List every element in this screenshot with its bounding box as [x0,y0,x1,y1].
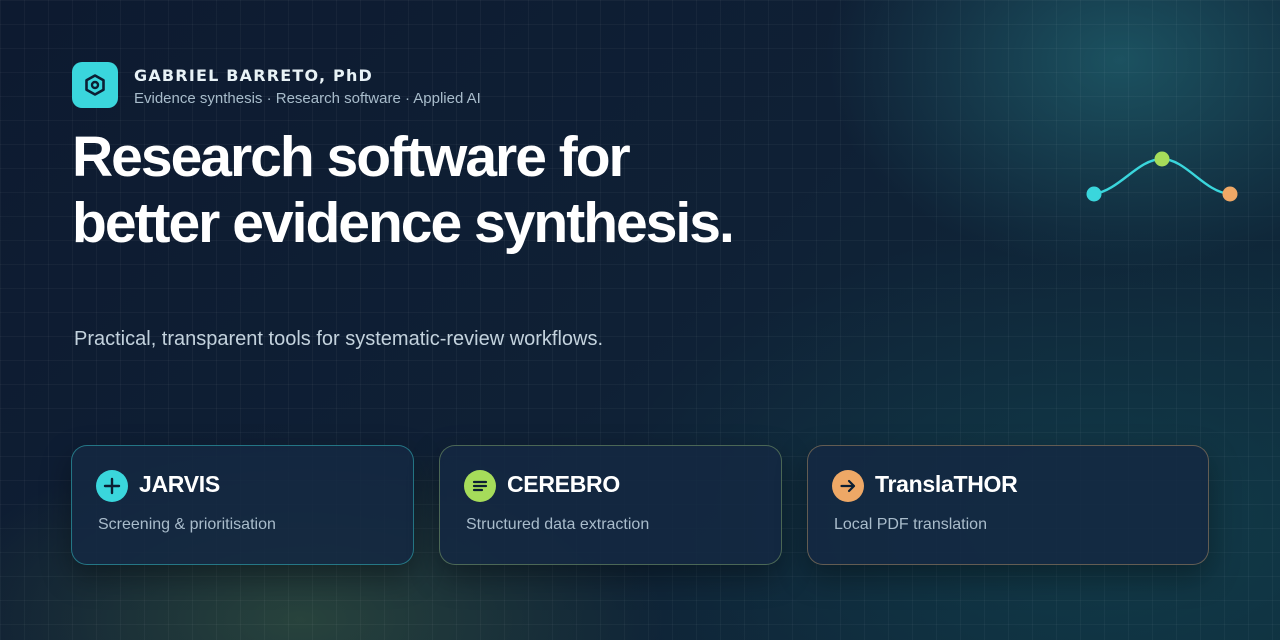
tool-card-description: Structured data extraction [466,516,650,533]
arrow-right-icon [832,470,864,502]
hexagon-icon[interactable] [72,62,118,108]
brand-name: GABRIEL BARRETO, PhD [134,66,374,85]
tool-card-title: CEREBRO [507,471,620,497]
plus-icon [96,470,128,502]
brand-tagline: Evidence synthesis · Research software ·… [134,90,481,107]
tool-card-description: Local PDF translation [834,516,987,533]
headline-line-2: better evidence synthesis. [72,191,735,255]
tool-card-jarvis[interactable]: JARVIS Screening & prioritisation [71,445,414,565]
tool-card-translathor[interactable]: TranslaTHOR Local PDF translation [807,445,1209,565]
hero-subtitle: Practical, transparent tools for systema… [74,328,604,350]
tool-card-title: TranslaTHOR [875,471,1018,497]
tool-card-title: JARVIS [139,471,220,497]
wave-nodes-icon [1080,145,1250,220]
tool-card-description: Screening & prioritisation [98,516,276,533]
headline-line-1: Research software for [72,125,631,189]
lines-icon [464,470,496,502]
page-title: Research software for better evidence sy… [72,124,972,256]
tool-card-cerebro[interactable]: CEREBRO Structured data extraction [439,445,782,565]
